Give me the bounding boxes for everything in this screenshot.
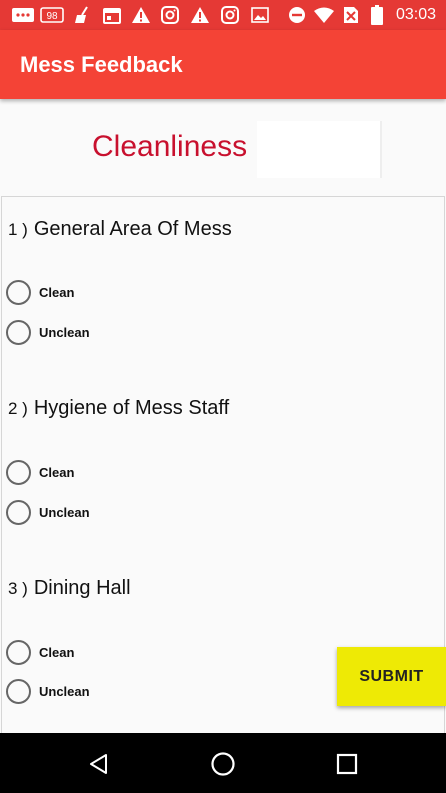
- back-icon[interactable]: [84, 749, 114, 779]
- q1-option-clean[interactable]: Clean: [6, 279, 74, 305]
- question-text: Hygiene of Mess Staff: [33, 397, 230, 419]
- status-bar: 98 03:03: [0, 0, 446, 30]
- section-image-placeholder: [257, 121, 382, 178]
- radio-button[interactable]: [6, 319, 31, 345]
- question-number: 1 ): [8, 220, 28, 239]
- screen: 98 03:03 Mess Feedback Cleanliness 1) G…: [0, 0, 446, 793]
- q2-option-clean[interactable]: Clean: [6, 459, 74, 485]
- navigation-bar: [0, 733, 446, 793]
- no-sim-icon: [342, 6, 360, 24]
- option-label: Clean: [39, 464, 75, 480]
- option-label: Unclean: [39, 504, 90, 520]
- q1-option-unclean[interactable]: Unclean: [6, 319, 90, 345]
- home-icon[interactable]: [208, 749, 238, 779]
- question-2: 2 ) Hygiene of Mess Staff: [8, 397, 229, 420]
- recents-icon[interactable]: [332, 749, 362, 779]
- image-icon: [250, 6, 270, 24]
- broom-icon: [72, 6, 94, 24]
- wifi-icon: [313, 6, 335, 24]
- option-label: Clean: [39, 284, 75, 300]
- q3-option-clean[interactable]: Clean: [6, 639, 74, 665]
- radio-button[interactable]: [6, 499, 31, 525]
- do-not-disturb-icon: [287, 6, 307, 24]
- calendar-icon: [102, 6, 122, 24]
- question-number: 2 ): [8, 399, 28, 418]
- option-label: Unclean: [39, 324, 90, 340]
- question-1: 1 ) General Area Of Mess: [8, 218, 232, 241]
- question-3: 3 ) Dining Hall: [8, 577, 131, 600]
- radio-button[interactable]: [6, 639, 31, 665]
- q3-option-unclean[interactable]: Unclean: [6, 678, 90, 704]
- question-text: Dining Hall: [33, 577, 131, 599]
- section-title: Cleanliness: [92, 130, 248, 163]
- instagram-icon: [160, 6, 180, 24]
- notification-98-icon: 98: [40, 6, 64, 24]
- warning-icon-2: [190, 6, 210, 24]
- radio-button[interactable]: [6, 678, 31, 704]
- warning-icon: [131, 6, 151, 24]
- option-label: Unclean: [39, 683, 90, 699]
- instagram-icon-2: [220, 6, 240, 24]
- app-title: Mess Feedback: [20, 52, 183, 77]
- option-label: Clean: [39, 644, 75, 660]
- question-number: 3 ): [8, 579, 28, 598]
- question-text: General Area Of Mess: [33, 218, 232, 240]
- badge-98-text: 98: [46, 11, 58, 22]
- radio-button[interactable]: [6, 459, 31, 485]
- app-bar: Mess Feedback: [0, 30, 446, 99]
- q2-option-unclean[interactable]: Unclean: [6, 499, 90, 525]
- clock: 03:03: [395, 6, 436, 23]
- radio-button[interactable]: [6, 279, 31, 305]
- battery-icon: [370, 5, 384, 25]
- message-icon: [10, 6, 36, 24]
- submit-button[interactable]: SUBMIT: [337, 647, 446, 706]
